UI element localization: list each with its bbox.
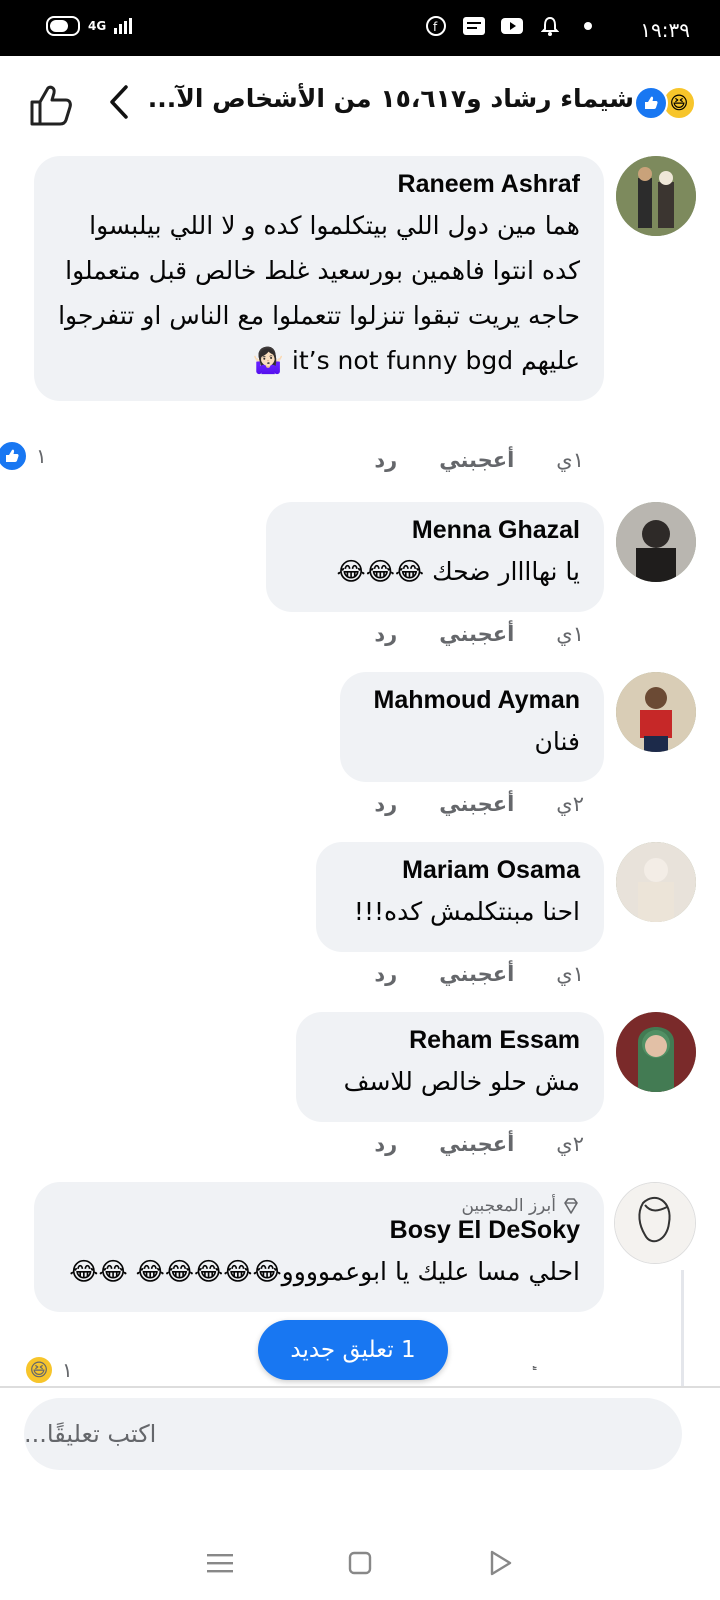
back-nav-icon[interactable]: [485, 1548, 515, 1578]
like-button[interactable]: [28, 82, 76, 130]
comment-bubble[interactable]: Reham Essam مش حلو خالص للاسف: [296, 1012, 604, 1122]
signal-icon: [114, 18, 133, 34]
comment-bubble[interactable]: أبرز المعجبين Bosy El DeSoky احلي مسا عل…: [34, 1182, 604, 1312]
comment-actions: ٢ي أعجبني رد: [374, 1132, 584, 1156]
dot-icon: [576, 14, 600, 38]
comment-text: احلي مسا عليك يا ابوعموووو😂😂😂😂😂 😂😂: [69, 1257, 580, 1286]
top-fan-badge: أبرز المعجبين: [58, 1196, 580, 1216]
like-reaction-icon: [0, 440, 28, 472]
like-comment-button[interactable]: أعجبني: [439, 1132, 514, 1156]
comment-bubble[interactable]: Mahmoud Ayman فنان: [340, 672, 604, 782]
bell-notification-icon: [538, 14, 562, 38]
comment-bubble[interactable]: Mariam Osama احنا مبنتكلمش كده!!!: [316, 842, 604, 952]
back-chevron-icon[interactable]: [108, 84, 130, 129]
comment-text: يا نهاااار ضحك 😂😂😂: [336, 557, 581, 586]
reply-button[interactable]: رد: [374, 1132, 397, 1156]
avatar[interactable]: [616, 842, 696, 922]
composer-divider: [0, 1386, 720, 1388]
commenter-name[interactable]: Mariam Osama: [340, 856, 580, 885]
status-notification-icons: f: [424, 14, 600, 38]
youtube-notification-icon: [500, 14, 524, 38]
comment-bubble[interactable]: Raneem Ashraf هما مين دول اللي بيتكلموا …: [34, 156, 604, 401]
comment-reaction-count[interactable]: 😆 ١: [24, 1356, 73, 1384]
reaction-icons[interactable]: 😆: [634, 86, 696, 120]
network-indicator: 4G: [88, 19, 107, 33]
like-comment-button[interactable]: أعجبني: [439, 962, 514, 986]
comment-text: احنا مبنتكلمش كده!!!: [353, 897, 580, 926]
like-comment-button[interactable]: أعجبني: [439, 622, 514, 646]
reaction-count-number: ١: [36, 444, 47, 468]
battery-icon: [46, 16, 80, 36]
comment-input[interactable]: اكتب تعليقًا...: [24, 1398, 682, 1470]
comments-sheet: شيماء رشاد و١٥،٦١٧ من الأشخاص الآ... 😆 R…: [0, 56, 720, 1600]
menu-nav-icon[interactable]: [205, 1548, 235, 1578]
commenter-name[interactable]: Mahmoud Ayman: [364, 686, 581, 715]
thumbs-up-outline-icon: [30, 85, 72, 126]
reply-button[interactable]: رد: [374, 962, 397, 986]
badge-label: أبرز المعجبين: [461, 1196, 556, 1216]
avatar[interactable]: [614, 1182, 696, 1264]
avatar[interactable]: [616, 672, 696, 752]
like-comment-button[interactable]: أعجبني: [439, 792, 514, 816]
comment-time[interactable]: ٢ي: [556, 792, 584, 816]
commenter-name[interactable]: Bosy El DeSoky: [58, 1216, 580, 1245]
comment-text: مش حلو خالص للاسف: [343, 1067, 580, 1096]
message-notification-icon: [462, 14, 486, 38]
comment-actions: ١ي أعجبني رد: [374, 622, 584, 646]
status-left: 4G: [46, 16, 133, 36]
status-bar: 4G f ١٩:٣٩: [0, 0, 720, 56]
comment-time[interactable]: ١ي: [556, 448, 584, 472]
home-nav-icon[interactable]: [345, 1548, 375, 1578]
comment-text: فنان: [534, 727, 580, 756]
comment-actions: ٢ي أعجبني رد: [374, 792, 584, 816]
haha-reaction-icon: 😆: [24, 1356, 54, 1384]
commenter-name[interactable]: Menna Ghazal: [290, 516, 580, 545]
new-comment-button[interactable]: 1 تعليق جديد: [258, 1320, 448, 1380]
reply-button[interactable]: رد: [374, 448, 397, 472]
reaction-count-number: ١: [62, 1358, 73, 1382]
diamond-icon: [564, 1198, 578, 1214]
like-comment-button[interactable]: أعجبني: [439, 448, 514, 472]
comment-time[interactable]: ١ي: [556, 622, 584, 646]
avatar[interactable]: [616, 502, 696, 582]
commenter-name[interactable]: Raneem Ashraf: [58, 170, 580, 199]
reply-button[interactable]: رد: [374, 622, 397, 646]
reply-button[interactable]: رد: [374, 792, 397, 816]
comment-time[interactable]: ١ي: [556, 962, 584, 986]
comment-actions: ١ي أعجبني رد: [374, 962, 584, 986]
svg-text:f: f: [433, 20, 438, 34]
comment-reaction-count[interactable]: ١: [0, 440, 47, 472]
clock: ١٩:٣٩: [640, 18, 690, 42]
comment-bubble[interactable]: Menna Ghazal يا نهاااار ضحك 😂😂😂: [266, 502, 604, 612]
like-reaction-icon: [634, 86, 668, 120]
reply-thread-line: [681, 1270, 684, 1386]
commenter-name[interactable]: Reham Essam: [320, 1026, 580, 1055]
facebook-notification-icon: f: [424, 14, 448, 38]
avatar[interactable]: [616, 156, 696, 236]
comment-actions: ١ي أعجبني رد: [374, 448, 584, 472]
system-navigation-bar: [0, 1526, 720, 1600]
comment-time[interactable]: ٢ي: [556, 1132, 584, 1156]
comment-text: هما مين دول اللي بيتكلموا كده و لا اللي …: [58, 211, 580, 375]
comments-header: شيماء رشاد و١٥،٦١٧ من الأشخاص الآ... 😆: [0, 56, 720, 146]
reactions-summary-title[interactable]: شيماء رشاد و١٥،٦١٧ من الأشخاص الآ...: [148, 84, 634, 113]
avatar[interactable]: [616, 1012, 696, 1092]
